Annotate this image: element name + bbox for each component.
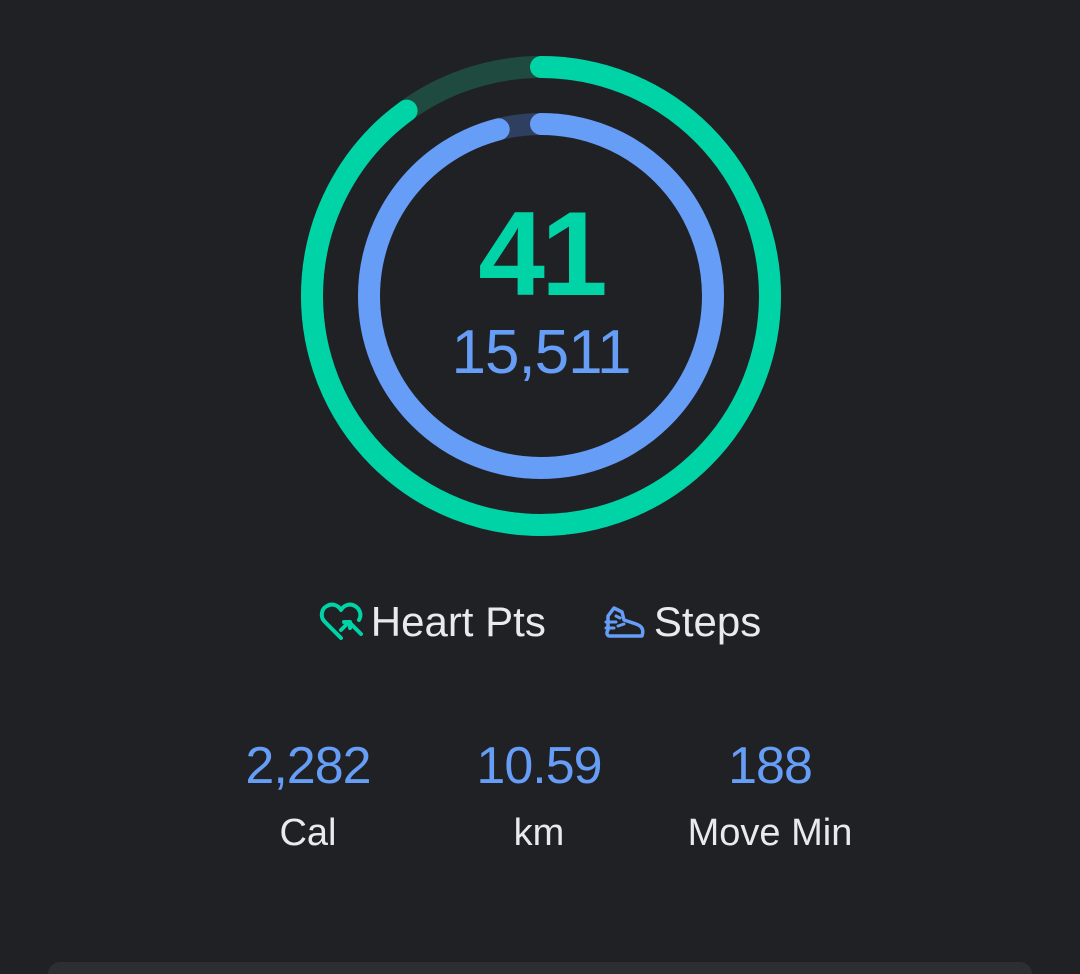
stat-calories-label: Cal: [279, 812, 337, 854]
stat-calories[interactable]: 2,282 Cal: [188, 740, 428, 852]
stat-distance-value: 10.59: [476, 737, 602, 795]
legend-heart-points-label: Heart Pts: [370, 598, 546, 645]
stat-move-minutes-value: 188: [728, 737, 813, 795]
stat-move-minutes-label: Move Min: [687, 812, 853, 854]
activity-summary-screen: 41 15,511 Heart Pts Steps 2,282 Cal 10.5…: [0, 0, 1080, 974]
legend-steps[interactable]: Steps: [602, 601, 761, 643]
heart-arrow-icon: [319, 602, 365, 642]
heart-points-value: 41: [478, 187, 607, 321]
stat-distance[interactable]: 10.59 km: [419, 740, 659, 852]
legend-heart-points[interactable]: Heart Pts: [319, 601, 546, 643]
legend-steps-label: Steps: [653, 598, 762, 645]
ring-legend: Heart Pts Steps: [0, 594, 1080, 650]
next-card-edge: [48, 962, 1032, 974]
stat-move-minutes[interactable]: 188 Move Min: [650, 740, 890, 852]
ring-center-values: 41 15,511: [299, 54, 783, 538]
steps-value: 15,511: [451, 318, 631, 387]
shoe-icon: [602, 602, 648, 642]
stat-distance-label: km: [513, 812, 565, 854]
stat-calories-value: 2,282: [245, 737, 371, 795]
